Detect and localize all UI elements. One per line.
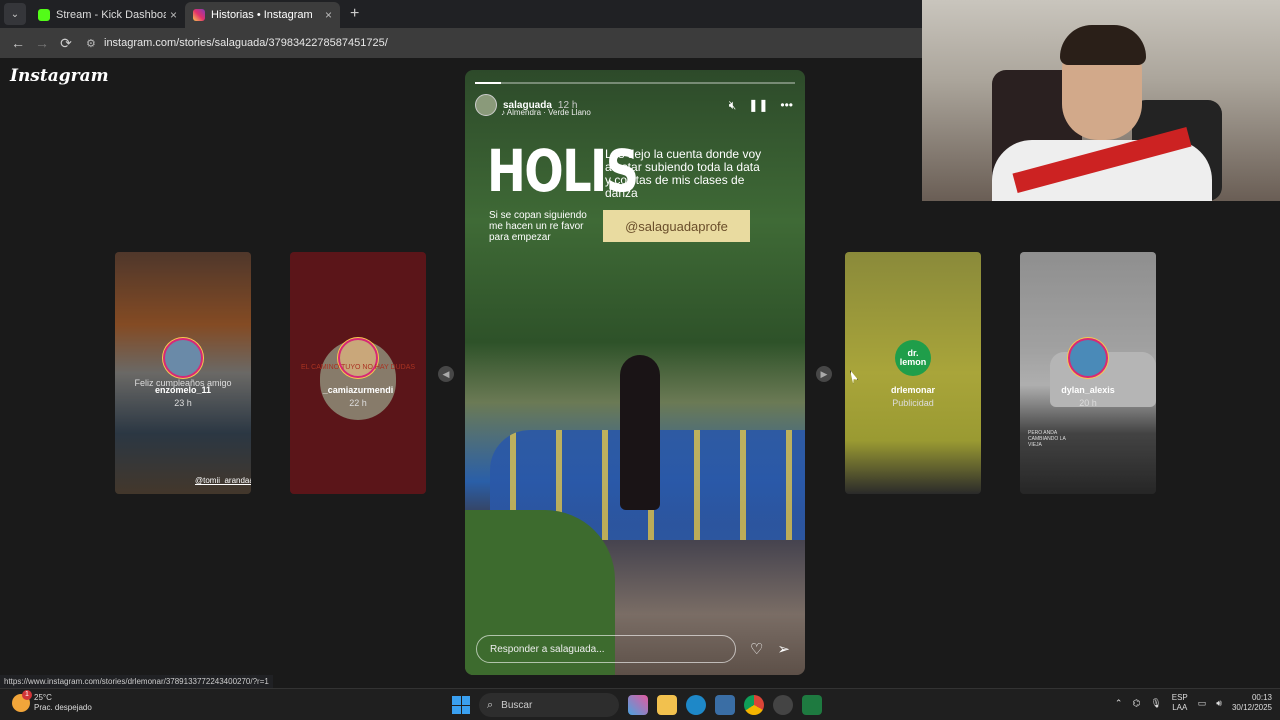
tab-instagram[interactable]: Historias • Instagram ×	[185, 2, 340, 28]
chevron-down-icon: ⌄	[10, 8, 20, 20]
search-icon: ⌕	[487, 698, 494, 711]
story-preview-drlemonar[interactable]: dr. lemon drlemonar Publicidad	[845, 252, 981, 494]
url-field[interactable]: ⚙ instagram.com/stories/salaguada/379834…	[86, 32, 916, 54]
story-caption: PERO ANDA CAMBIANDO LA VIEJA	[1028, 430, 1066, 448]
tab-title: Stream - Kick Dashboard	[56, 9, 166, 21]
more-options-icon[interactable]: •••	[780, 98, 793, 113]
copilot-icon[interactable]	[628, 695, 648, 715]
avatar	[163, 338, 203, 378]
site-info-icon[interactable]: ⚙	[86, 37, 98, 50]
reply-input[interactable]: Responder a salaguada...	[476, 635, 736, 663]
dancer-figure	[620, 355, 660, 510]
volume-icon[interactable]: 🔊︎	[1216, 698, 1222, 709]
close-icon[interactable]: ×	[170, 8, 177, 22]
chevron-up-icon[interactable]: ⌃	[1115, 698, 1123, 709]
story-text: Les dejo la cuenta donde voy a estar sub…	[605, 147, 762, 200]
file-explorer-icon[interactable]	[657, 695, 677, 715]
story-music[interactable]: ♪ Almendra · Verde Llano	[501, 108, 591, 117]
mention-sticker[interactable]: @salaguadaprofe	[603, 210, 750, 242]
address-bar: ← → ⟳ ⚙ instagram.com/stories/salaguada/…	[0, 28, 922, 58]
webcam-overlay	[922, 0, 1280, 201]
taskbar: 1 25°C Prac. despejado ⌕ Buscar ⌃ ⌬ 🎙︎ E…	[0, 688, 1280, 720]
clock[interactable]: 00:13 30/12/2025	[1232, 693, 1272, 713]
sponsored-label: Publicidad	[892, 398, 934, 408]
story-preview-camiazurmendi[interactable]: EL CAMINO TUYO NO HAY DUDAS _camiazurmen…	[290, 252, 426, 494]
reload-icon[interactable]: ⟳	[54, 35, 78, 52]
tab-bar: ⌄ Stream - Kick Dashboard × Historias • …	[0, 0, 922, 28]
next-story-button[interactable]: ▶	[816, 366, 832, 382]
url-text: instagram.com/stories/salaguada/37983422…	[104, 37, 388, 49]
weather-sun-icon: 1	[12, 690, 32, 712]
tab-kick[interactable]: Stream - Kick Dashboard ×	[30, 2, 185, 28]
store-icon[interactable]	[715, 695, 735, 715]
previous-story-button[interactable]: ◀	[438, 366, 454, 382]
language-indicator[interactable]: ESP LAA	[1172, 693, 1188, 713]
edge-icon[interactable]	[686, 695, 706, 715]
weather-widget[interactable]: 1 25°C Prac. despejado	[12, 690, 92, 713]
heart-icon[interactable]: ♡	[750, 640, 763, 658]
kick-icon	[38, 9, 50, 21]
display-icon[interactable]: ▭	[1198, 698, 1207, 709]
avatar	[338, 338, 378, 378]
windows-start-icon[interactable]	[452, 696, 470, 714]
drlemon-logo: dr. lemon	[895, 340, 931, 376]
weather-desc: Prac. despejado	[34, 703, 92, 712]
preview-age: 22 h	[349, 398, 367, 408]
instagram-icon	[193, 9, 205, 21]
avatar[interactable]	[475, 94, 497, 116]
preview-age: 23 h	[174, 398, 192, 408]
microphone-icon[interactable]: 🎙︎	[1150, 698, 1161, 709]
story-mention: @tomii_arandaa	[195, 476, 251, 485]
story-preview-enzomelo[interactable]: Feliz cumpleaños amigo enzomelo_11 23 h …	[115, 252, 251, 494]
close-icon[interactable]: ×	[325, 8, 332, 22]
instagram-logo[interactable]: Instagram	[10, 66, 109, 86]
link-status-bar: https://www.instagram.com/stories/drlemo…	[0, 675, 273, 688]
preview-username: drlemonar	[890, 385, 935, 395]
story-preview-dylan-alexis[interactable]: dylan_alexis 20 h PERO ANDA CAMBIANDO LA…	[1020, 252, 1156, 494]
send-icon[interactable]: ➢	[777, 640, 790, 658]
notification-badge: 1	[22, 690, 32, 700]
taskbar-search[interactable]: ⌕ Buscar	[479, 693, 619, 717]
story-caption: EL CAMINO TUYO NO HAY DUDAS	[300, 364, 416, 371]
preview-username: _camiazurmendi	[322, 385, 394, 395]
chevron-left-icon: ◀	[442, 368, 450, 379]
avatar	[1068, 338, 1108, 378]
forward-arrow-icon[interactable]: →	[30, 35, 54, 51]
preview-age: 20 h	[1079, 398, 1097, 408]
chevron-right-icon: ▶	[820, 368, 828, 379]
preview-username: enzomelo_11	[154, 385, 212, 395]
back-arrow-icon[interactable]: ←	[6, 35, 30, 51]
story-subtext: Si se copan siguiendo me hacen un re fav…	[489, 210, 587, 243]
network-icon[interactable]: ⌬	[1132, 698, 1140, 709]
pause-icon[interactable]: ❚❚	[748, 98, 768, 113]
music-icon: ♪	[501, 108, 505, 117]
preview-username: dylan_alexis	[1061, 385, 1115, 395]
chrome-icon[interactable]	[744, 695, 764, 715]
weather-temp: 25°C	[34, 693, 52, 702]
active-story[interactable]: salaguada 12 h ♪ Almendra · Verde Llano …	[465, 70, 805, 675]
obs-icon[interactable]	[773, 695, 793, 715]
story-progress-bar	[475, 82, 795, 84]
tab-search-button[interactable]: ⌄	[4, 3, 26, 25]
tab-title: Historias • Instagram	[211, 9, 313, 21]
mute-icon[interactable]: 🔇︎	[729, 98, 737, 113]
new-tab-button[interactable]: +	[350, 5, 359, 23]
excel-icon[interactable]	[802, 695, 822, 715]
